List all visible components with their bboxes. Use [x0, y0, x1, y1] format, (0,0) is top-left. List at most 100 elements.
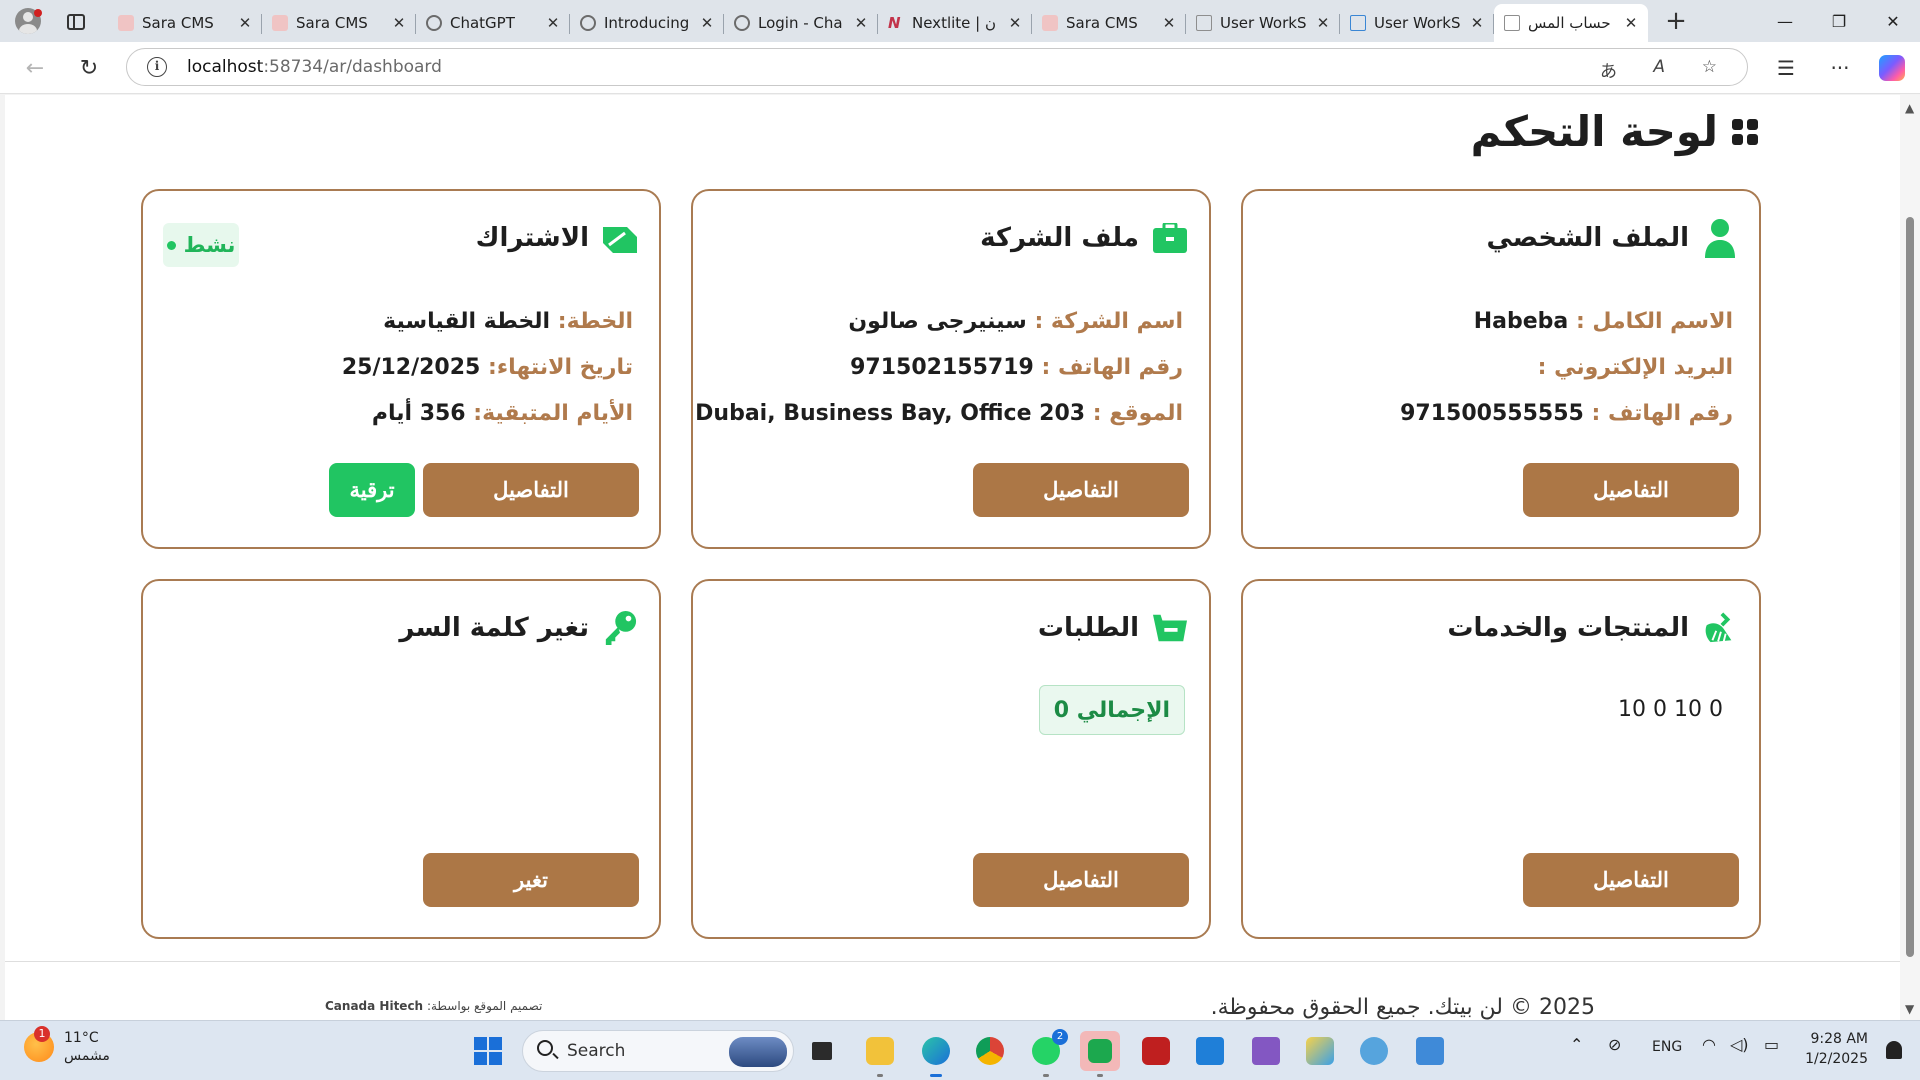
minimize-button[interactable]: — — [1758, 0, 1812, 42]
browser-tab[interactable]: Sara CMS ✕ — [1032, 4, 1186, 42]
profile-details-button[interactable]: التفاصيل — [1523, 463, 1739, 517]
company-details-button[interactable]: التفاصيل — [973, 463, 1189, 517]
close-tab-icon[interactable]: ✕ — [1622, 14, 1640, 32]
wifi-icon[interactable]: ◠ — [1702, 1035, 1716, 1054]
close-tab-icon[interactable]: ✕ — [852, 14, 870, 32]
scroll-down-icon[interactable]: ▼ — [1905, 1002, 1914, 1016]
network-off-icon[interactable]: ⊘ — [1608, 1035, 1621, 1054]
notification-dot — [34, 9, 42, 17]
scrollbar-thumb[interactable] — [1906, 217, 1914, 957]
close-tab-icon[interactable]: ✕ — [1006, 14, 1024, 32]
page-scrollbar[interactable]: ▲ ▼ — [1900, 95, 1920, 1020]
orders-details-button[interactable]: التفاصيل — [973, 853, 1189, 907]
close-tab-icon[interactable]: ✕ — [544, 14, 562, 32]
vscode-icon[interactable] — [1190, 1031, 1230, 1071]
tab-label: Login - Cha — [758, 14, 843, 32]
tab-label: Nextlite | ن — [912, 14, 996, 32]
basket-icon — [1153, 609, 1187, 647]
snipping-tool-icon[interactable] — [1354, 1031, 1394, 1071]
tab-actions-button[interactable] — [58, 8, 94, 36]
company-phone-value: 971502155719 — [850, 355, 1034, 380]
browser-tab[interactable]: N Nextlite | ن ✕ — [878, 4, 1032, 42]
close-tab-icon[interactable]: ✕ — [236, 14, 254, 32]
chrome-icon[interactable] — [970, 1031, 1010, 1071]
close-tab-icon[interactable]: ✕ — [1314, 14, 1332, 32]
show-hidden-icons-chevron-icon[interactable]: ⌃ — [1570, 1035, 1583, 1054]
weather-widget[interactable]: 1 11°C مشمس — [24, 1026, 110, 1065]
close-tab-icon[interactable]: ✕ — [1160, 14, 1178, 32]
file-explorer-icon[interactable] — [860, 1031, 900, 1077]
site-info-icon[interactable]: i — [147, 57, 167, 77]
broom-icon — [1703, 609, 1737, 647]
notepad-icon[interactable] — [1410, 1031, 1450, 1071]
favicon-icon — [1350, 15, 1366, 31]
close-tab-icon[interactable]: ✕ — [698, 14, 716, 32]
close-tab-icon[interactable]: ✕ — [1468, 14, 1486, 32]
browser-tab[interactable]: ChatGPT ✕ — [416, 4, 570, 42]
tab-label: Sara CMS — [1066, 14, 1138, 32]
browser-toolbar: ← ↻ i localhost:58734/ar/dashboard あ A ☆… — [0, 42, 1920, 94]
card-title: الطلبات — [1037, 613, 1139, 643]
read-aloud-icon[interactable]: A — [1653, 57, 1665, 77]
browser-tab[interactable]: User WorkS ✕ — [1186, 4, 1340, 42]
browser-tab[interactable]: Introducing ✕ — [570, 4, 724, 42]
company-location-label: الموقع : — [1092, 401, 1183, 426]
more-menu-icon[interactable]: ··· — [1824, 54, 1856, 82]
start-button-icon[interactable] — [474, 1037, 502, 1065]
volume-icon[interactable]: ◁) — [1730, 1035, 1749, 1054]
browser-tab[interactable]: Sara CMS ✕ — [108, 4, 262, 42]
whatsapp-icon[interactable]: 2 — [1026, 1029, 1068, 1077]
copilot-button[interactable] — [1876, 54, 1908, 82]
page-header: لوحة التحكم — [1471, 107, 1758, 156]
close-tab-icon[interactable]: ✕ — [390, 14, 408, 32]
remaining-days-value: 356 أيام — [371, 401, 466, 426]
windows-taskbar: 1 11°C مشمس Search 2 ⌃ ⊘ ENG ◠ ◁) ▭ 9:28 … — [0, 1020, 1920, 1080]
full-name-row: الاسم الكامل : Habeba — [1400, 299, 1733, 345]
card-header: الملف الشخصي — [1486, 219, 1737, 258]
company-location-value: Dubai, Business Bay, Office 203 — [695, 401, 1086, 426]
browser-tab[interactable]: Login - Cha ✕ — [724, 4, 878, 42]
browser-tab[interactable]: Sara CMS ✕ — [262, 4, 416, 42]
profile-details: الاسم الكامل : Habeba البريد الإلكتروني … — [1400, 299, 1733, 437]
favicon-icon — [1042, 15, 1058, 31]
profile-avatar[interactable] — [10, 6, 46, 36]
notification-bell-icon[interactable] — [1886, 1041, 1902, 1059]
profile-card: الملف الشخصي الاسم الكامل : Habeba البري… — [1241, 189, 1761, 549]
restore-button[interactable]: ❐ — [1812, 0, 1866, 42]
favorites-icon[interactable]: ☰ — [1770, 54, 1802, 82]
products-details-button[interactable]: التفاصيل — [1523, 853, 1739, 907]
upgrade-button[interactable]: ترقية — [329, 463, 415, 517]
close-window-button[interactable]: ✕ — [1866, 0, 1920, 42]
visual-studio-icon[interactable] — [1246, 1031, 1286, 1071]
paint-app-icon[interactable] — [1300, 1031, 1340, 1071]
subscription-details-button[interactable]: التفاصيل — [423, 463, 639, 517]
scroll-up-icon[interactable]: ▲ — [1905, 101, 1914, 115]
footer-design-credit: تصميم الموقع بواسطة: Canada Hitech — [325, 999, 542, 1013]
back-arrow-icon[interactable]: ← — [20, 54, 50, 82]
browser-tab[interactable]: User WorkS ✕ — [1340, 4, 1494, 42]
url-text: localhost:58734/ar/dashboard — [187, 57, 442, 77]
taskbar-search[interactable]: Search — [522, 1030, 794, 1072]
expiry-value: 25/12/2025 — [341, 355, 481, 380]
translate-icon[interactable]: あ — [1600, 57, 1617, 82]
new-tab-button[interactable]: + — [1660, 8, 1692, 36]
window-controls: — ❐ ✕ — [1758, 0, 1920, 42]
favorite-star-icon[interactable]: ☆ — [1702, 57, 1717, 77]
favicon-icon — [118, 15, 134, 31]
task-view-icon[interactable] — [802, 1031, 842, 1071]
messaging-app-icon[interactable] — [1080, 1031, 1120, 1077]
search-highlight-image — [729, 1037, 787, 1067]
language-indicator[interactable]: ENG — [1652, 1039, 1682, 1055]
browser-tab-active[interactable]: حساب المس ✕ — [1494, 4, 1648, 42]
refresh-icon[interactable]: ↻ — [74, 54, 104, 82]
change-password-button[interactable]: تغير — [423, 853, 639, 907]
design-company-link[interactable]: Canada Hitech — [325, 999, 423, 1013]
card-header: الطلبات — [1038, 609, 1187, 647]
taskbar-clock[interactable]: 9:28 AM 1/2/2025 — [1805, 1029, 1868, 1069]
battery-icon[interactable]: ▭ — [1764, 1035, 1779, 1054]
edge-browser-icon[interactable] — [916, 1031, 956, 1077]
clock-date: 1/2/2025 — [1805, 1051, 1868, 1067]
browser-tab-strip: Sara CMS ✕ Sara CMS ✕ ChatGPT ✕ Introducing… — [0, 0, 1920, 42]
filezilla-icon[interactable] — [1136, 1031, 1176, 1071]
address-bar[interactable]: i localhost:58734/ar/dashboard あ A ☆ — [126, 48, 1748, 86]
